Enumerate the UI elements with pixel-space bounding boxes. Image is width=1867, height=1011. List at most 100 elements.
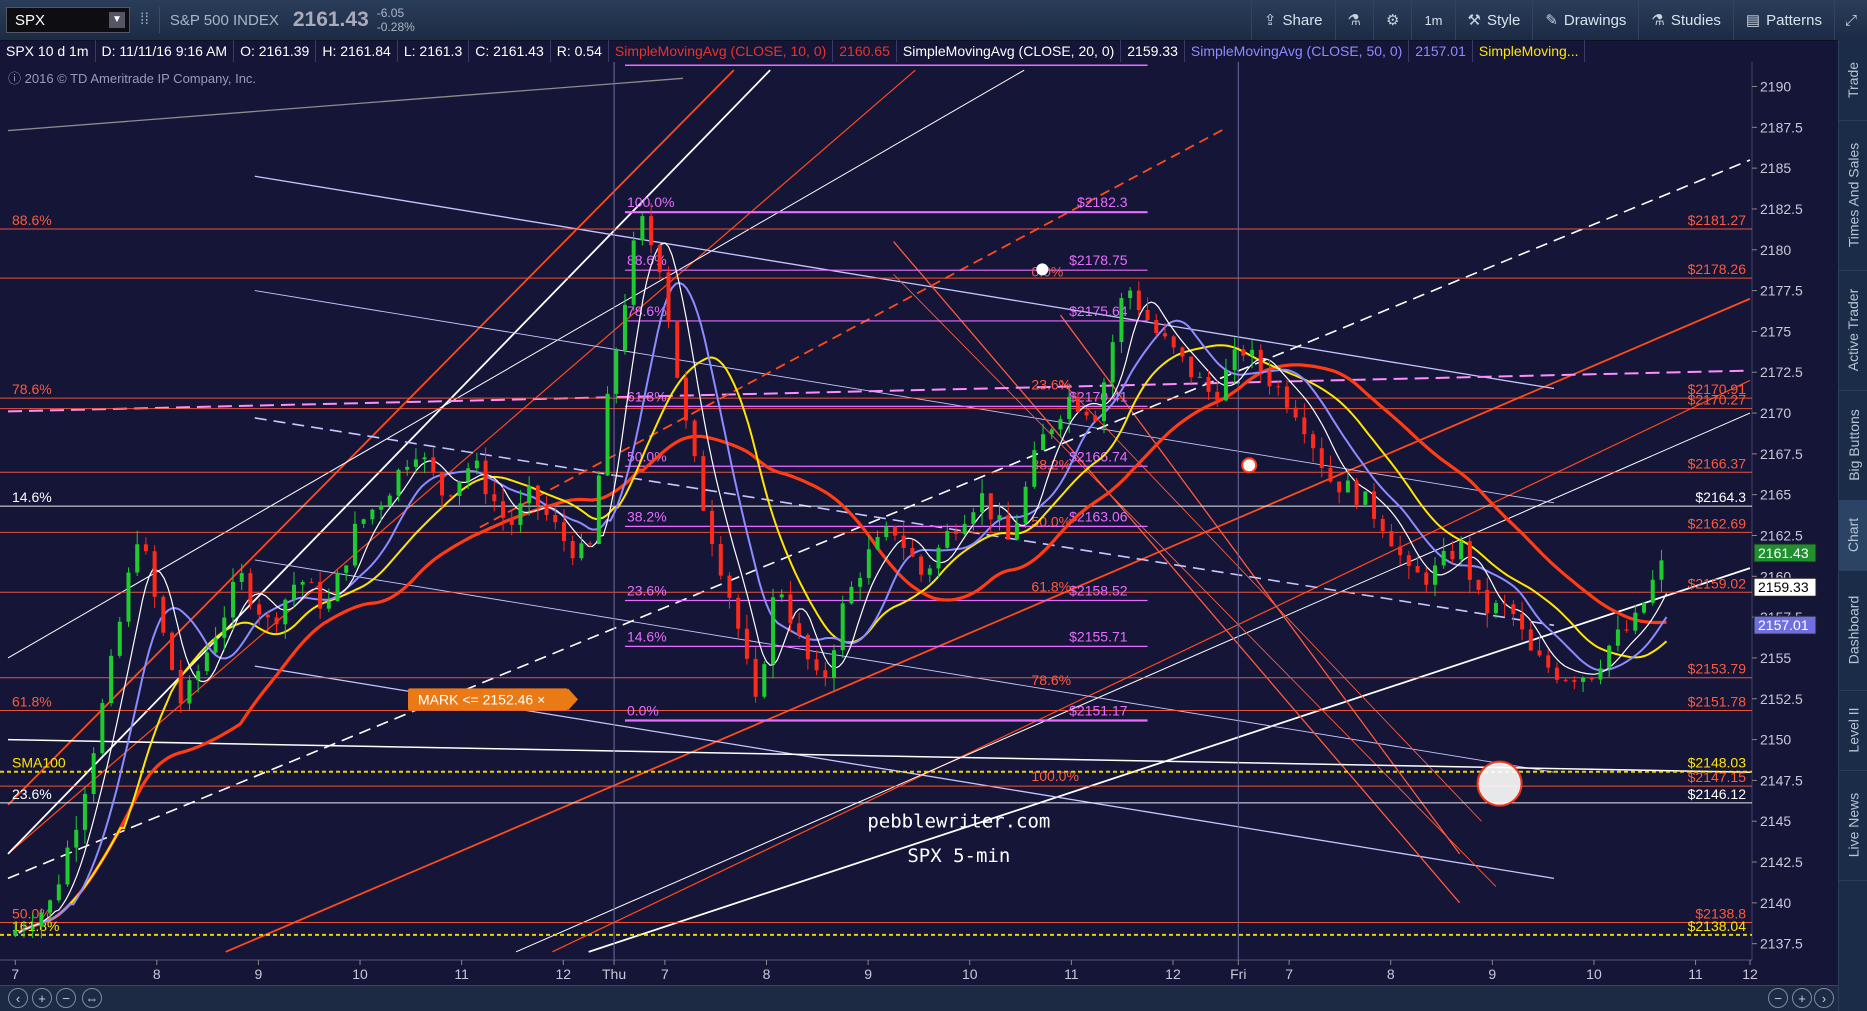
candle-body [1563,679,1568,681]
price-box-label: 2157.01 [1758,617,1809,633]
candle-body [483,460,488,495]
left-level-label: 78.6% [12,381,52,397]
zoom-in-icon[interactable]: + [1792,988,1812,1008]
scroll-left-button[interactable]: ‹ [8,988,28,1008]
link-icon[interactable]: ⁞⁞ [140,11,149,29]
candle-body [1154,320,1159,334]
patterns-button[interactable]: ▤ Patterns [1732,0,1834,40]
candle-body [1276,386,1281,388]
candle-body [1337,481,1342,493]
price-chart[interactable]: 2137.5 2140 2142.5 2145 2147.5 2150 2152.5 2155… [0,62,1838,1011]
y-tick-label: 2165 [1760,487,1791,503]
candle-body [980,493,985,513]
flask-button[interactable]: ⚗ [1334,0,1373,40]
candle-body [74,829,79,848]
y-tick-label: 2177.5 [1760,283,1803,299]
study-bar-item: SimpleMovingAvg (CLOSE, 20, 0) [897,40,1122,62]
price-level-label: $2181.27 [1688,212,1747,228]
candle-body [222,617,227,638]
settings-button[interactable]: ⚙ [1372,0,1411,40]
fib-price-label: $2158.52 [1069,582,1128,598]
candle-body [1624,629,1629,631]
candle-body [1633,612,1638,631]
chevron-down-icon[interactable]: ▼ [109,12,125,28]
tab-dashboard[interactable]: Dashboard [1839,570,1867,691]
candle-body [631,240,636,305]
interval-button[interactable]: 1m [1411,0,1454,40]
candle-body [535,485,540,506]
candle-body [440,472,445,496]
watermark-line2: SPX 5-min [907,845,1010,867]
scroll-right-button[interactable]: › [1814,988,1834,1008]
fib-price-label: $2155.71 [1069,628,1128,644]
candle-body [718,544,723,576]
candle-body [213,637,218,653]
candle-body [858,577,863,587]
candle-body [1180,347,1185,357]
candle-body [474,460,479,469]
candle-body [309,581,314,583]
candle-body [797,623,802,635]
candle-body [1476,579,1481,590]
tab-active-trader[interactable]: Active Trader [1839,270,1867,391]
fib-label: 23.6% [627,582,667,598]
candle-body [701,456,706,511]
left-level-label: 23.6% [12,786,52,802]
price-level-label: $2151.78 [1688,694,1747,710]
tab-live-news[interactable]: Live News [1839,770,1867,881]
candle-body [231,581,236,618]
candle-body [1014,523,1019,540]
candle-body [692,420,697,457]
candle-body [666,272,671,321]
tab-chart[interactable]: Chart [1839,500,1867,571]
change-value: -6.05 [376,6,405,20]
candle-body [1171,336,1176,348]
tab-big-buttons[interactable]: Big Buttons [1839,390,1867,501]
fib-price-label: $2182.3 [1077,194,1128,210]
x-tick-label: 12 [555,966,571,982]
candle-body [370,509,375,520]
y-tick-label: 2142.5 [1760,854,1803,870]
style-button[interactable]: ⚒ Style [1454,0,1533,40]
y-tick-label: 2137.5 [1760,936,1803,952]
candle-body [1102,382,1107,422]
candle-body [1119,298,1124,343]
x-tick-label: 9 [1488,966,1496,982]
expand-button[interactable]: ⤢ [1833,0,1867,40]
zoom-out-icon[interactable]: − [56,988,76,1008]
symbol-selector[interactable]: SPX ▼ [6,7,130,33]
copyright-text: 2016 © TD Ameritrade IP Company, Inc. [24,71,257,86]
candle-body [1041,434,1046,451]
candle-body [849,586,854,604]
zoom-out-icon[interactable]: − [1768,988,1788,1008]
tab-trade[interactable]: Trade [1839,40,1867,121]
tab-times-and-sales[interactable]: Times And Sales [1839,120,1867,271]
studies-button[interactable]: ⚗ Studies [1638,0,1733,40]
study-bar-item: 2160.65 [833,40,897,62]
candle-body [143,544,148,552]
zoom-in-icon[interactable]: + [32,988,52,1008]
candle-body [318,581,323,609]
candle-body [831,650,836,679]
candle-body [544,505,549,515]
top-toolbar: SPX ▼ ⁞⁞ S&P 500 INDEX 2161.43 -6.05 -0.… [0,0,1867,41]
candle-body [1546,655,1551,668]
price-level-label: $2162.69 [1688,515,1747,531]
candle-body [1189,356,1194,378]
share-button[interactable]: ⇪ Share [1250,0,1335,40]
candle-body [283,599,288,625]
drawings-button[interactable]: ✎ Drawings [1532,0,1638,40]
price-level-label: $2178.26 [1688,261,1747,277]
candle-body [1354,480,1359,505]
fib-price-label: $2151.17 [1069,702,1128,718]
x-tick-label: 11 [1688,966,1703,982]
tab-level-ii[interactable]: Level II [1839,690,1867,771]
study-bar-item: R: 0.54 [551,40,609,62]
zoom-fit-icon[interactable]: ⇔ [82,988,102,1008]
price-level-label: $2164.3 [1695,489,1746,505]
x-tick-label: 8 [1387,966,1395,982]
tab-label: Trade [1845,61,1862,99]
fib-red-label: 78.6% [1031,672,1071,688]
candle-body [805,634,810,660]
candle-body [257,604,262,615]
